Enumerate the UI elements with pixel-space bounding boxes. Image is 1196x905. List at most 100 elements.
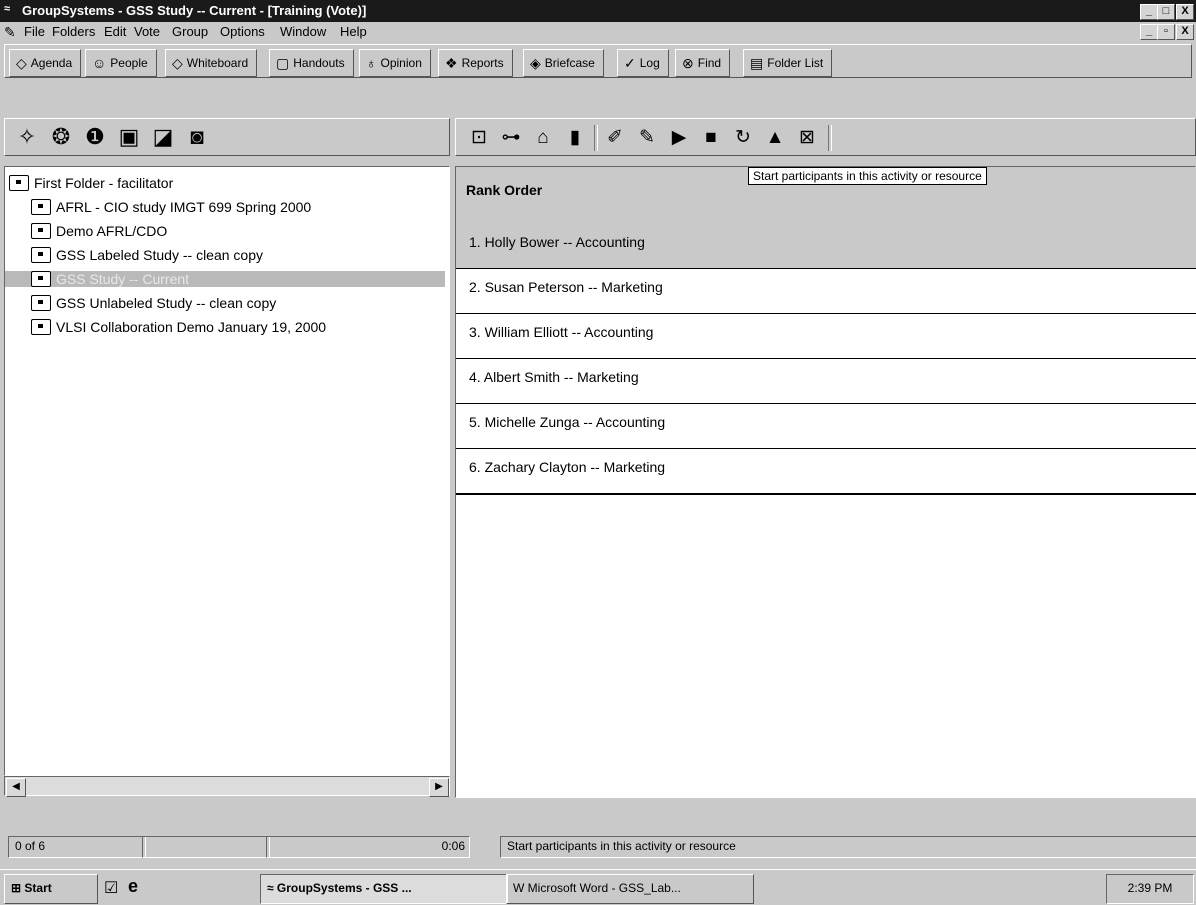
folder-icon [31,247,51,263]
menu-file[interactable]: File [24,24,45,39]
rank-row-label: 5. Michelle Zunga -- Accounting [469,414,666,430]
edit-icon[interactable]: ✎ [632,124,662,152]
tab-folder-list-label: Folder List [767,56,824,70]
toolbar-separator [594,125,598,151]
info-icon[interactable]: ❶ [81,123,109,151]
folder-icon [31,199,51,215]
tree-item-selected[interactable]: GSS Study -- Current [5,271,445,287]
scroll-right-icon[interactable]: ▶ [429,778,449,797]
start-button[interactable]: ⊞ Start [4,874,98,904]
tree-root[interactable]: First Folder - facilitator [9,175,173,191]
tree-item[interactable]: GSS Unlabeled Study -- clean copy [31,295,276,311]
tooltip: Start participants in this activity or r… [748,167,987,185]
preview-icon[interactable]: ⊡ [464,124,494,152]
tree-horizontal-scrollbar[interactable]: ◀ ▶ [4,776,450,797]
close-button[interactable]: X [1176,4,1194,20]
browser-icon[interactable]: e [128,876,138,897]
open-folder-icon[interactable]: ❂ [47,123,75,151]
export-icon[interactable]: ◪ [149,123,177,151]
menu-group[interactable]: Group [172,24,208,39]
tree-item[interactable]: GSS Labeled Study -- clean copy [31,247,263,263]
start-label: Start [24,881,52,895]
rank-row[interactable]: 5. Michelle Zunga -- Accounting [456,403,1196,449]
pen-icon[interactable]: ✐ [600,124,630,152]
doc-restore-button[interactable]: ▫ [1157,24,1175,40]
folder-icon [31,295,51,311]
bar-chart-icon[interactable]: ▮ [560,124,590,152]
tree-root-label: First Folder - facilitator [34,175,174,191]
menu-folders[interactable]: Folders [52,24,95,39]
tab-log[interactable]: ✓ Log [617,49,669,77]
binoculars-icon: ⊗ [682,54,694,71]
tree-item-label: Demo AFRL/CDO [56,223,168,239]
task-word[interactable]: W Microsoft Word - GSS_Lab... [506,874,754,904]
scroll-left-icon[interactable]: ◀ [6,778,26,797]
tab-find-label: Find [697,56,722,70]
rank-row[interactable]: 2. Susan Peterson -- Marketing [456,268,1196,314]
tree-item[interactable]: Demo AFRL/CDO [31,223,167,239]
opinion-icon: ♁ [366,55,377,71]
tree-item-label: GSS Study -- Current [56,271,190,287]
refresh-icon[interactable]: ↻ [728,124,758,152]
chart-icon[interactable]: ▲ [760,124,790,152]
menu-window[interactable]: Window [280,24,326,39]
log-icon: ✓ [624,54,636,71]
desktop-icon[interactable]: ☑ [104,878,118,898]
open-folder-icon [31,271,51,287]
tab-agenda[interactable]: ◇ Agenda [9,49,82,77]
tree-item[interactable]: VLSI Collaboration Demo January 19, 2000 [31,319,326,335]
minimize-button[interactable]: _ [1140,4,1158,20]
windows-logo-icon: ⊞ [11,881,25,895]
word-icon: W [513,881,528,895]
people-icon: ☺ [92,55,107,71]
agenda-icon: ◇ [16,54,27,71]
task-label: GroupSystems - GSS ... [276,881,412,895]
close-box-icon[interactable]: ⊠ [792,124,822,152]
briefcase-icon: ◈ [530,54,541,71]
task-groupsystems[interactable]: ≈ GroupSystems - GSS ... [260,874,508,904]
menu-edit[interactable]: Edit [104,24,126,39]
tab-briefcase-label: Briefcase [544,56,595,70]
tree-item[interactable]: AFRL - CIO study IMGT 699 Spring 2000 [31,199,311,215]
menu-options[interactable]: Options [220,24,265,39]
status-bar: 0 of 6 0:06 Start participants in this a… [0,834,1196,858]
task-label: Microsoft Word - GSS_Lab... [527,881,681,895]
screen-icon[interactable]: ◙ [183,123,211,151]
tab-reports[interactable]: ❖ Reports [438,49,513,77]
status-pane [142,836,270,858]
menu-vote[interactable]: Vote [134,24,160,39]
toolbar-separator [828,125,832,151]
tab-briefcase[interactable]: ◈ Briefcase [523,49,604,77]
tab-find[interactable]: ⊗ Find [675,49,731,77]
tab-people[interactable]: ☺ People [85,49,157,77]
tab-agenda-label: Agenda [30,56,73,70]
doc-minimize-button[interactable]: _ [1140,24,1158,40]
rank-row[interactable]: 3. William Elliott -- Accounting [456,313,1196,359]
new-folder-icon[interactable]: ✧ [13,123,41,151]
save-icon[interactable]: ▣ [115,123,143,151]
start-participants-icon[interactable]: ▶ [664,124,694,152]
tab-log-label: Log [639,56,660,70]
gs-app-icon[interactable]: ≈ [4,3,18,17]
org-icon[interactable]: ⊶ [496,124,526,152]
system-clock: 2:39 PM [1106,874,1194,904]
tab-folder-list[interactable]: ▤ Folder List [743,49,833,77]
tree-item-label: GSS Labeled Study -- clean copy [56,247,264,263]
menu-help[interactable]: Help [340,24,367,39]
maximize-button[interactable]: □ [1157,4,1175,20]
tab-opinion[interactable]: ♁ Opinion [359,49,431,77]
stop-participants-icon[interactable]: ■ [696,124,726,152]
status-time: 0:06 [266,836,470,858]
tab-whiteboard[interactable]: ◇ Whiteboard [165,49,258,77]
rank-row[interactable]: 4. Albert Smith -- Marketing [456,358,1196,404]
rank-row[interactable]: 6. Zachary Clayton -- Marketing [456,448,1196,495]
tree-item-label: VLSI Collaboration Demo January 19, 2000 [56,319,327,335]
handshake-icon[interactable]: ⌂ [528,124,558,152]
tab-opinion-label: Opinion [380,56,422,70]
doc-close-button[interactable]: X [1176,24,1194,40]
handouts-icon: ▢ [276,54,290,71]
rank-row[interactable]: 1. Holly Bower -- Accounting [456,223,1196,269]
rank-row-label: 3. William Elliott -- Accounting [469,324,654,340]
tab-handouts[interactable]: ▢ Handouts [269,49,354,77]
document-icon[interactable]: ✎ [4,24,16,41]
